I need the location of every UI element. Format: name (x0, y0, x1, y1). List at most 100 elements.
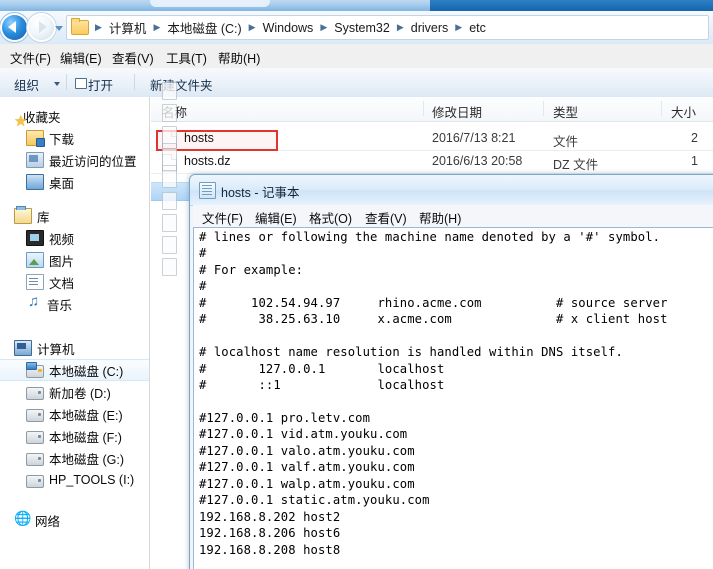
explorer-window: ▶ 计算机 ▶ 本地磁盘 (C:) ▶ Windows ▶ System32 ▶… (0, 0, 713, 569)
pictures-icon (26, 252, 44, 268)
sidebar-item-music[interactable]: ♫ 音乐 (0, 293, 150, 315)
downloads-icon (26, 130, 45, 147)
breadcrumb-item-4[interactable]: drivers (408, 19, 452, 37)
file-date: 2016/6/13 20:58 (432, 154, 523, 168)
address-bar: ▶ 计算机 ▶ 本地磁盘 (C:) ▶ Windows ▶ System32 ▶… (0, 11, 713, 45)
menu-view[interactable]: 查看(V) (112, 48, 154, 67)
recent-places-icon (26, 152, 44, 168)
open-icon (75, 78, 87, 89)
recent-pages-dropdown-icon[interactable] (55, 26, 63, 31)
file-icon[interactable] (162, 214, 177, 232)
notepad-menu-bar: 文件(F) 编辑(E) 格式(O) 查看(V) 帮助(H) (193, 205, 713, 228)
breadcrumb-item-2[interactable]: Windows (260, 19, 317, 37)
library-icon (14, 206, 32, 224)
computer-icon (14, 340, 32, 356)
music-icon: ♫ (28, 293, 40, 310)
notepad-title-bar[interactable]: hosts - 记事本 (190, 175, 713, 206)
nav-group-label: 计算机 (37, 342, 75, 357)
drive-icon (26, 452, 44, 466)
notepad-window[interactable]: hosts - 记事本 文件(F) 编辑(E) 格式(O) 查看(V) 帮助(H… (189, 174, 713, 569)
notepad-menu-view[interactable]: 查看(V) (365, 208, 407, 227)
window-chrome-highlight (150, 0, 270, 7)
chevron-down-icon[interactable] (54, 82, 60, 86)
sidebar-item-local-disk-g[interactable]: 本地磁盘 (G:) (0, 447, 150, 469)
file-icon[interactable] (162, 148, 177, 166)
breadcrumb-item-0[interactable]: 计算机 (106, 16, 150, 39)
drive-icon (26, 408, 44, 422)
file-name: hosts.dz (184, 154, 231, 168)
menu-help[interactable]: 帮助(H) (218, 48, 260, 67)
notepad-text-area[interactable]: # lines or following the machine name de… (193, 227, 713, 569)
sidebar-item-hp-tools-i[interactable]: HP_TOOLS (I:) (0, 469, 150, 491)
notepad-menu-edit[interactable]: 编辑(E) (255, 208, 297, 227)
sidebar-item-recent-places[interactable]: 最近访问的位置 (0, 149, 150, 171)
sidebar-item-label: 文档 (49, 276, 75, 291)
sidebar-item-downloads[interactable]: 下载 (0, 127, 150, 149)
file-icon[interactable] (162, 258, 177, 276)
menu-tools[interactable]: 工具(T) (166, 48, 207, 67)
back-button[interactable] (2, 15, 27, 40)
sidebar-item-label: 本地磁盘 (F:) (49, 430, 122, 445)
new-folder-button[interactable]: 新建文件夹 (150, 75, 213, 94)
sidebar-item-label: 桌面 (49, 176, 75, 191)
organize-button[interactable]: 组织 (14, 75, 39, 94)
breadcrumb-separator-icon: ▶ (396, 22, 404, 32)
column-header-size[interactable]: 大小 (671, 102, 696, 121)
nav-group-label: 网络 (35, 514, 61, 529)
breadcrumb-separator-icon: ▶ (320, 22, 328, 32)
file-icon[interactable] (162, 104, 177, 122)
file-icon[interactable] (162, 236, 177, 254)
sidebar-item-label: 本地磁盘 (G:) (49, 452, 124, 467)
sidebar-item-new-volume-d[interactable]: 新加卷 (D:) (0, 381, 150, 403)
table-row[interactable]: hosts.dz 2016/6/13 20:58 DZ 文件 1 (151, 151, 713, 173)
file-type: DZ 文件 (553, 158, 599, 172)
sidebar-item-desktop[interactable]: 桌面 (0, 171, 150, 193)
menu-edit[interactable]: 编辑(E) (60, 48, 102, 67)
breadcrumb-item-3[interactable]: System32 (331, 19, 393, 37)
sidebar-item-label: 本地磁盘 (C:) (49, 364, 124, 379)
forward-arrow-icon (39, 21, 47, 33)
nav-group-favorites[interactable]: ★ 收藏夹 (0, 105, 150, 130)
nav-group-libraries[interactable]: 库 (0, 205, 150, 227)
drive-icon (26, 474, 44, 488)
sidebar-item-videos[interactable]: 视频 (0, 227, 150, 249)
breadcrumb-item-1[interactable]: 本地磁盘 (C:) (164, 16, 244, 39)
sidebar-item-label: 下载 (49, 132, 75, 147)
notepad-title: hosts - 记事本 (221, 186, 300, 200)
column-divider[interactable] (543, 101, 544, 116)
nav-group-computer[interactable]: 计算机 (0, 337, 150, 359)
nav-group-network[interactable]: 🌐 网络 (0, 509, 150, 531)
column-header-type[interactable]: 类型 (553, 102, 578, 121)
column-divider[interactable] (661, 101, 662, 116)
column-header-date[interactable]: 修改日期 (432, 102, 482, 121)
sidebar-item-label: 音乐 (47, 298, 73, 313)
notepad-text-content: # lines or following the machine name de… (199, 230, 668, 557)
forward-button[interactable] (29, 15, 54, 40)
notepad-menu-file[interactable]: 文件(F) (202, 208, 243, 227)
breadcrumb-item-5[interactable]: etc (466, 19, 489, 37)
file-size: 2 (691, 131, 698, 145)
sidebar-item-local-disk-c[interactable]: 本地磁盘 (C:) (0, 359, 150, 381)
menu-file[interactable]: 文件(F) (10, 48, 51, 67)
drive-icon (26, 386, 44, 400)
sidebar-item-pictures[interactable]: 图片 (0, 249, 150, 271)
breadcrumb-bar[interactable]: ▶ 计算机 ▶ 本地磁盘 (C:) ▶ Windows ▶ System32 ▶… (66, 15, 709, 40)
command-bar: 组织 打开 新建文件夹 (0, 68, 713, 98)
folder-icon (71, 18, 89, 35)
notepad-menu-help[interactable]: 帮助(H) (419, 208, 461, 227)
file-icon[interactable] (162, 82, 177, 100)
file-icon[interactable] (162, 192, 177, 210)
notepad-menu-format[interactable]: 格式(O) (309, 208, 352, 227)
file-icon[interactable] (162, 170, 177, 188)
video-icon (26, 230, 44, 246)
sidebar-item-label: 最近访问的位置 (49, 154, 137, 169)
sidebar-item-documents[interactable]: 文档 (0, 271, 150, 293)
file-icon[interactable] (162, 126, 177, 144)
sidebar-item-local-disk-e[interactable]: 本地磁盘 (E:) (0, 403, 150, 425)
open-button[interactable]: 打开 (88, 75, 113, 94)
sidebar-item-local-disk-f[interactable]: 本地磁盘 (F:) (0, 425, 150, 447)
toolbar-divider (66, 74, 67, 90)
column-divider[interactable] (423, 101, 424, 116)
window-chrome-blue-region (430, 0, 713, 11)
